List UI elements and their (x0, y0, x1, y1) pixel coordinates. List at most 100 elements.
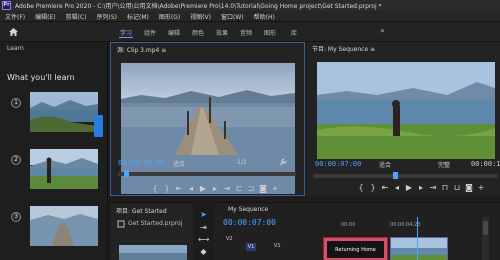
lesson-number: 3 (11, 212, 21, 222)
razor-tool-icon[interactable]: ◆ (198, 247, 209, 256)
tab-audio[interactable]: 音频 (234, 28, 258, 37)
mark-out-icon[interactable]: } (161, 184, 173, 194)
lesson-item[interactable]: 1 (0, 92, 108, 137)
lesson-item[interactable]: 2 (0, 149, 108, 194)
home-icon[interactable] (8, 27, 19, 37)
tab-effects[interactable]: 效果 (210, 28, 234, 37)
tools-panel: ➤ ⇥ ⟷ ◆ (194, 202, 213, 260)
menu-sequence[interactable]: 序列(S) (92, 12, 123, 21)
menu-view[interactable]: 视图(V) (185, 12, 216, 21)
lesson-thumbnail (30, 149, 98, 189)
timeline-scrollbar[interactable] (482, 217, 489, 260)
project-clip-thumbnail[interactable] (119, 245, 187, 260)
source-transport-controls: { } ⇤ ◂ ▶ ▸ ⇥ ⊏ ⊐ ◙ + (149, 184, 281, 194)
overwrite-icon[interactable]: ⊐ (245, 184, 257, 194)
go-to-in-icon[interactable]: ⇤ (173, 184, 185, 194)
add-button-icon[interactable]: + (475, 183, 487, 193)
learn-heading: What you'll learn (7, 73, 75, 82)
window-title: Adobe Premiere Pro 2020 - C:\用户\公用\公用文档\… (15, 3, 382, 10)
step-back-icon[interactable]: ◂ (391, 183, 403, 193)
tab-graphics[interactable]: 图形 (258, 28, 282, 37)
program-playhead[interactable] (393, 172, 398, 179)
lesson-thumbnail (30, 206, 98, 246)
tab-editing[interactable]: 编辑 (162, 28, 186, 37)
workspace-tabs: 学习 组件 编辑 颜色 效果 音频 图形 库 (114, 22, 306, 42)
tab-assembly[interactable]: 组件 (138, 28, 162, 37)
source-timecode[interactable]: 00:00:00:06 (118, 159, 164, 167)
tab-color[interactable]: 颜色 (186, 28, 210, 37)
timeline-panel: My Sequence 00:00:07:00 00:00 00:00:04:2… (214, 202, 500, 260)
mark-in-icon[interactable]: { (355, 183, 367, 193)
track-label-v1[interactable]: V1 (274, 243, 281, 249)
camera-icon[interactable]: ◙ (463, 183, 475, 193)
workspace-bar: 学习 组件 编辑 颜色 效果 音频 图形 库 » (0, 22, 500, 42)
track-target-v1[interactable]: V1 (246, 243, 256, 251)
menu-graphics[interactable]: 图形(G) (154, 12, 185, 21)
insert-icon[interactable]: ⊏ (233, 184, 245, 194)
expand-tab[interactable] (94, 115, 103, 137)
learn-panel: Learn What you'll learn 1 2 3 (0, 42, 108, 260)
play-icon[interactable]: ▶ (403, 183, 415, 193)
lesson-number: 1 (11, 98, 21, 108)
go-to-out-icon[interactable]: ⇥ (221, 184, 233, 194)
title-clip[interactable]: Returning Home (323, 237, 388, 260)
title-clip-label: Returning Home (327, 241, 384, 258)
track-select-tool-icon[interactable]: ⇥ (198, 223, 209, 232)
menu-edit[interactable]: 编辑(E) (30, 12, 60, 21)
program-transport-controls: { } ⇤ ◂ ▶ ▸ ⇥ ⊓ ⊔ ◙ + (355, 183, 487, 193)
tab-libraries[interactable]: 库 (282, 28, 306, 37)
menu-bar: 文件(F) 编辑(E) 剪辑(C) 序列(S) 标记(M) 图形(G) 视图(V… (0, 11, 500, 22)
go-to-out-icon[interactable]: ⇥ (427, 183, 439, 193)
program-video-frame (317, 62, 495, 159)
wrench-icon[interactable] (279, 158, 287, 166)
tab-learn[interactable]: 学习 (114, 28, 138, 38)
menu-markers[interactable]: 标记(M) (122, 12, 154, 21)
learn-panel-title: Learn (7, 45, 24, 52)
lesson-item[interactable]: 3 (0, 206, 108, 251)
mark-out-icon[interactable]: } (367, 183, 379, 193)
ruler-label: 00:00:04:23 (390, 222, 421, 228)
source-panel-title: 源: Clip 3.mp4 ≡ (117, 47, 167, 54)
program-panel-title: 节目: My Sequence ≡ (312, 46, 376, 53)
more-workspaces-button[interactable]: » (380, 26, 385, 35)
source-resolution-dropdown[interactable]: 1/2 (237, 159, 247, 166)
lesson-number: 2 (11, 155, 21, 165)
add-button-icon[interactable]: + (269, 184, 281, 194)
source-monitor: 源: Clip 3.mp4 ≡ 00:00:00:06 适合 1/2 {} ⇤… (110, 42, 305, 196)
program-quality-dropdown[interactable]: 完整 (438, 160, 450, 169)
timeline-playhead[interactable] (417, 217, 418, 260)
lesson-thumbnail (30, 92, 98, 132)
selection-tool-icon[interactable]: ➤ (198, 210, 209, 219)
project-file-icon (117, 220, 125, 228)
source-scrub-bar[interactable] (118, 170, 296, 177)
step-back-icon[interactable]: ◂ (185, 184, 197, 194)
lift-icon[interactable]: ⊓ (439, 183, 451, 193)
extract-icon[interactable]: ⊔ (451, 183, 463, 193)
program-monitor: 节目: My Sequence ≡ 00:00:07:00 适合 完整 00:0… (307, 42, 500, 196)
step-forward-icon[interactable]: ▸ (209, 184, 221, 194)
title-bar: Pr Adobe Premiere Pro 2020 - C:\用户\公用\公用… (0, 0, 500, 11)
menu-file[interactable]: 文件(F) (0, 12, 30, 21)
track-label-v2[interactable]: V2 (226, 236, 233, 242)
source-fit-dropdown[interactable]: 适合 (173, 159, 185, 168)
menu-window[interactable]: 窗口(W) (216, 12, 249, 21)
project-file-name[interactable]: Get Started.prproj (128, 220, 182, 227)
go-to-in-icon[interactable]: ⇤ (379, 183, 391, 193)
program-fit-dropdown[interactable]: 适合 (379, 160, 391, 169)
project-panel-title: 项目: Get Started (116, 208, 167, 215)
ruler-label: 00:00 (341, 222, 356, 228)
play-icon[interactable]: ▶ (197, 184, 209, 194)
source-playhead[interactable] (124, 170, 129, 177)
mark-in-icon[interactable]: { (149, 184, 161, 194)
timeline-timecode[interactable]: 00:00:07:00 (223, 218, 276, 227)
video-clip[interactable] (390, 237, 448, 260)
camera-icon[interactable]: ◙ (257, 184, 269, 194)
menu-help[interactable]: 帮助(H) (249, 12, 280, 21)
timeline-scroll-thumb[interactable] (483, 221, 488, 235)
menu-clip[interactable]: 剪辑(C) (61, 12, 92, 21)
premiere-app-icon: Pr (2, 1, 11, 10)
program-scrub-bar[interactable] (313, 172, 497, 179)
ripple-edit-tool-icon[interactable]: ⟷ (198, 235, 209, 244)
program-timecode[interactable]: 00:00:07:00 (315, 160, 361, 168)
step-forward-icon[interactable]: ▸ (415, 183, 427, 193)
